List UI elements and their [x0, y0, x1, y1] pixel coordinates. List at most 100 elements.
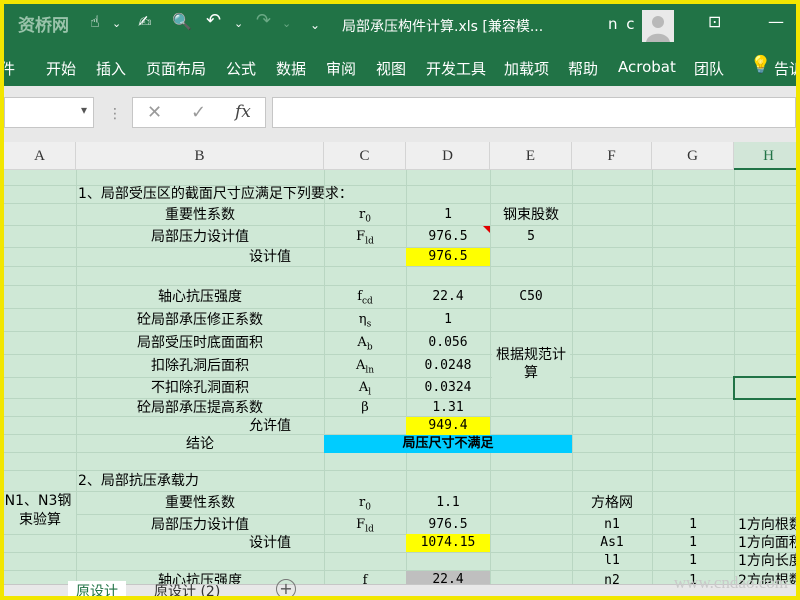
cell-symbol[interactable]: Al	[324, 379, 406, 398]
cell-label[interactable]: 轴心抗压强度	[76, 288, 324, 306]
cell-symbol[interactable]: Ab	[324, 334, 406, 353]
section-1-title[interactable]: 1、局部受压区的截面尺寸应满足下列要求：	[78, 185, 353, 203]
cell-symbol[interactable]: f	[324, 572, 406, 584]
tab-help[interactable]: 帮助	[568, 58, 598, 79]
sheet-tab-original-2[interactable]: 原设计 (2)	[154, 581, 220, 596]
touch-mode-icon[interactable]: ☝	[90, 12, 100, 31]
print-preview-icon[interactable]: 🔍	[172, 12, 192, 31]
insert-function-icon[interactable]: fx	[235, 102, 251, 122]
cell-value[interactable]: 22.4	[406, 571, 490, 584]
avatar[interactable]	[642, 10, 674, 42]
formula-input[interactable]	[272, 97, 796, 128]
cell-value[interactable]: 0.056	[406, 334, 490, 352]
cell-value[interactable]: 1.31	[406, 399, 490, 417]
cell-label[interactable]: 1方向面积	[738, 534, 796, 552]
tab-data[interactable]: 数据	[276, 58, 306, 79]
cell-value[interactable]: 976.5	[406, 516, 490, 534]
cell-label[interactable]: 砼局部承压提高系数	[76, 399, 324, 417]
add-sheet-icon[interactable]: +	[276, 579, 296, 596]
lightbulb-icon[interactable]: 💡	[750, 55, 771, 75]
column-header-h[interactable]: H	[734, 142, 796, 170]
spreadsheet-grid[interactable]: 1、局部受压区的截面尺寸应满足下列要求： 重要性系数 r0 1 钢束股数 局部压…	[4, 170, 796, 584]
cell-value[interactable]: l1	[572, 552, 652, 570]
cell-label[interactable]: 1方向根数	[738, 516, 796, 534]
column-header-f[interactable]: F	[572, 142, 652, 170]
cell-symbol[interactable]: Fld	[324, 228, 406, 247]
cell-label[interactable]: 1方向长度	[738, 552, 796, 570]
drag-handle-icon[interactable]: ⋮	[108, 106, 122, 122]
cell-label[interactable]: 局部受压时底面面积	[76, 334, 324, 352]
chevron-down-icon[interactable]: ⌄	[234, 17, 243, 30]
tab-tell-me[interactable]: 告诉	[774, 58, 796, 79]
cell-value-highlight[interactable]: 1074.15	[406, 534, 490, 552]
comment-indicator-icon[interactable]	[483, 226, 490, 233]
section-2-title[interactable]: 2、局部抗压承载力	[78, 472, 199, 490]
cell-symbol[interactable]: ηs	[324, 311, 406, 330]
column-header-g[interactable]: G	[652, 142, 734, 170]
cell-value[interactable]: 0.0248	[406, 357, 490, 375]
tab-formulas[interactable]: 公式	[226, 58, 256, 79]
name-box[interactable]: ▾	[4, 97, 94, 128]
cell-label[interactable]: 钢束股数	[490, 206, 572, 224]
cell-label[interactable]: 局部压力设计值	[76, 228, 324, 246]
tab-add-ins[interactable]: 加载项	[504, 58, 549, 79]
cell-value[interactable]: 1	[652, 552, 734, 570]
cell-value[interactable]: 5	[490, 228, 572, 246]
cell-label[interactable]: 方格网	[572, 494, 652, 512]
redo-icon[interactable]: ↷	[256, 10, 271, 31]
tab-insert[interactable]: 插入	[96, 58, 126, 79]
tab-team[interactable]: 团队	[694, 58, 724, 79]
cell-symbol[interactable]: r0	[324, 494, 406, 513]
merged-group-label[interactable]: 束验算	[4, 511, 76, 529]
cell-symbol[interactable]: Fld	[324, 516, 406, 535]
cell-value[interactable]: n1	[572, 516, 652, 534]
active-cell-selection[interactable]	[733, 376, 796, 400]
cell-symbol[interactable]: r0	[324, 206, 406, 225]
column-header-e[interactable]: E	[490, 142, 572, 170]
ribbon-display-icon[interactable]: ⊡	[708, 12, 721, 31]
cell-value[interactable]: C50	[490, 288, 572, 306]
cell-value[interactable]: 976.5	[406, 228, 490, 246]
conclusion-cell[interactable]: 局压尺寸不满足	[324, 435, 572, 453]
cell-value[interactable]: 1	[406, 206, 490, 224]
cell-value[interactable]: n2	[572, 572, 652, 584]
undo-icon[interactable]: ↶	[206, 10, 221, 31]
user-name[interactable]: n c	[608, 15, 637, 33]
cell-value[interactable]: 22.4	[406, 288, 490, 306]
tab-page-layout[interactable]: 页面布局	[146, 58, 206, 79]
cell-label[interactable]: 重要性系数	[76, 206, 324, 224]
cell-value-highlight[interactable]: 976.5	[406, 248, 490, 266]
cell-label[interactable]: 扣除孔洞后面积	[76, 357, 324, 375]
tab-home[interactable]: 开始	[46, 58, 76, 79]
cell-label[interactable]: 不扣除孔洞面积	[76, 379, 324, 397]
cell-symbol[interactable]: fcd	[324, 288, 406, 307]
cell-label[interactable]: 结论	[76, 435, 324, 453]
merged-group-label[interactable]: N1、N3钢	[4, 492, 76, 510]
cell-value[interactable]: 0.0324	[406, 379, 490, 397]
chevron-down-icon[interactable]: ⌄	[282, 17, 291, 30]
tab-review[interactable]: 审阅	[326, 58, 356, 79]
column-header-a[interactable]: A	[4, 142, 76, 170]
cell-value[interactable]: 1.1	[406, 494, 490, 512]
sheet-tab-original[interactable]: 原设计	[68, 581, 126, 596]
cell-label[interactable]: 局部压力设计值	[76, 516, 324, 534]
column-header-c[interactable]: C	[324, 142, 406, 170]
tab-developer[interactable]: 开发工具	[426, 58, 486, 79]
cell-value[interactable]: As1	[572, 534, 652, 552]
column-header-d[interactable]: D	[406, 142, 490, 170]
cell-symbol[interactable]: Aln	[324, 357, 406, 376]
cell-symbol[interactable]: β	[324, 399, 406, 417]
merged-note-cell[interactable]: 根据规范计算	[492, 346, 570, 386]
cell-value[interactable]: 1	[406, 311, 490, 329]
column-header-b[interactable]: B	[76, 142, 324, 170]
cell-label[interactable]: 重要性系数	[76, 494, 324, 512]
spellcheck-icon[interactable]: ✍	[138, 12, 151, 31]
cell-value-highlight[interactable]: 949.4	[406, 417, 490, 435]
cell-label[interactable]: 砼局部承压修正系数	[76, 311, 324, 329]
customize-qat-icon[interactable]: ⌄	[310, 18, 320, 32]
cell-value[interactable]: 1	[652, 534, 734, 552]
tab-acrobat[interactable]: Acrobat	[618, 58, 676, 76]
cell-value[interactable]: 1	[652, 516, 734, 534]
cancel-icon[interactable]: ✕	[147, 102, 162, 123]
minimize-icon[interactable]: —	[768, 12, 784, 31]
